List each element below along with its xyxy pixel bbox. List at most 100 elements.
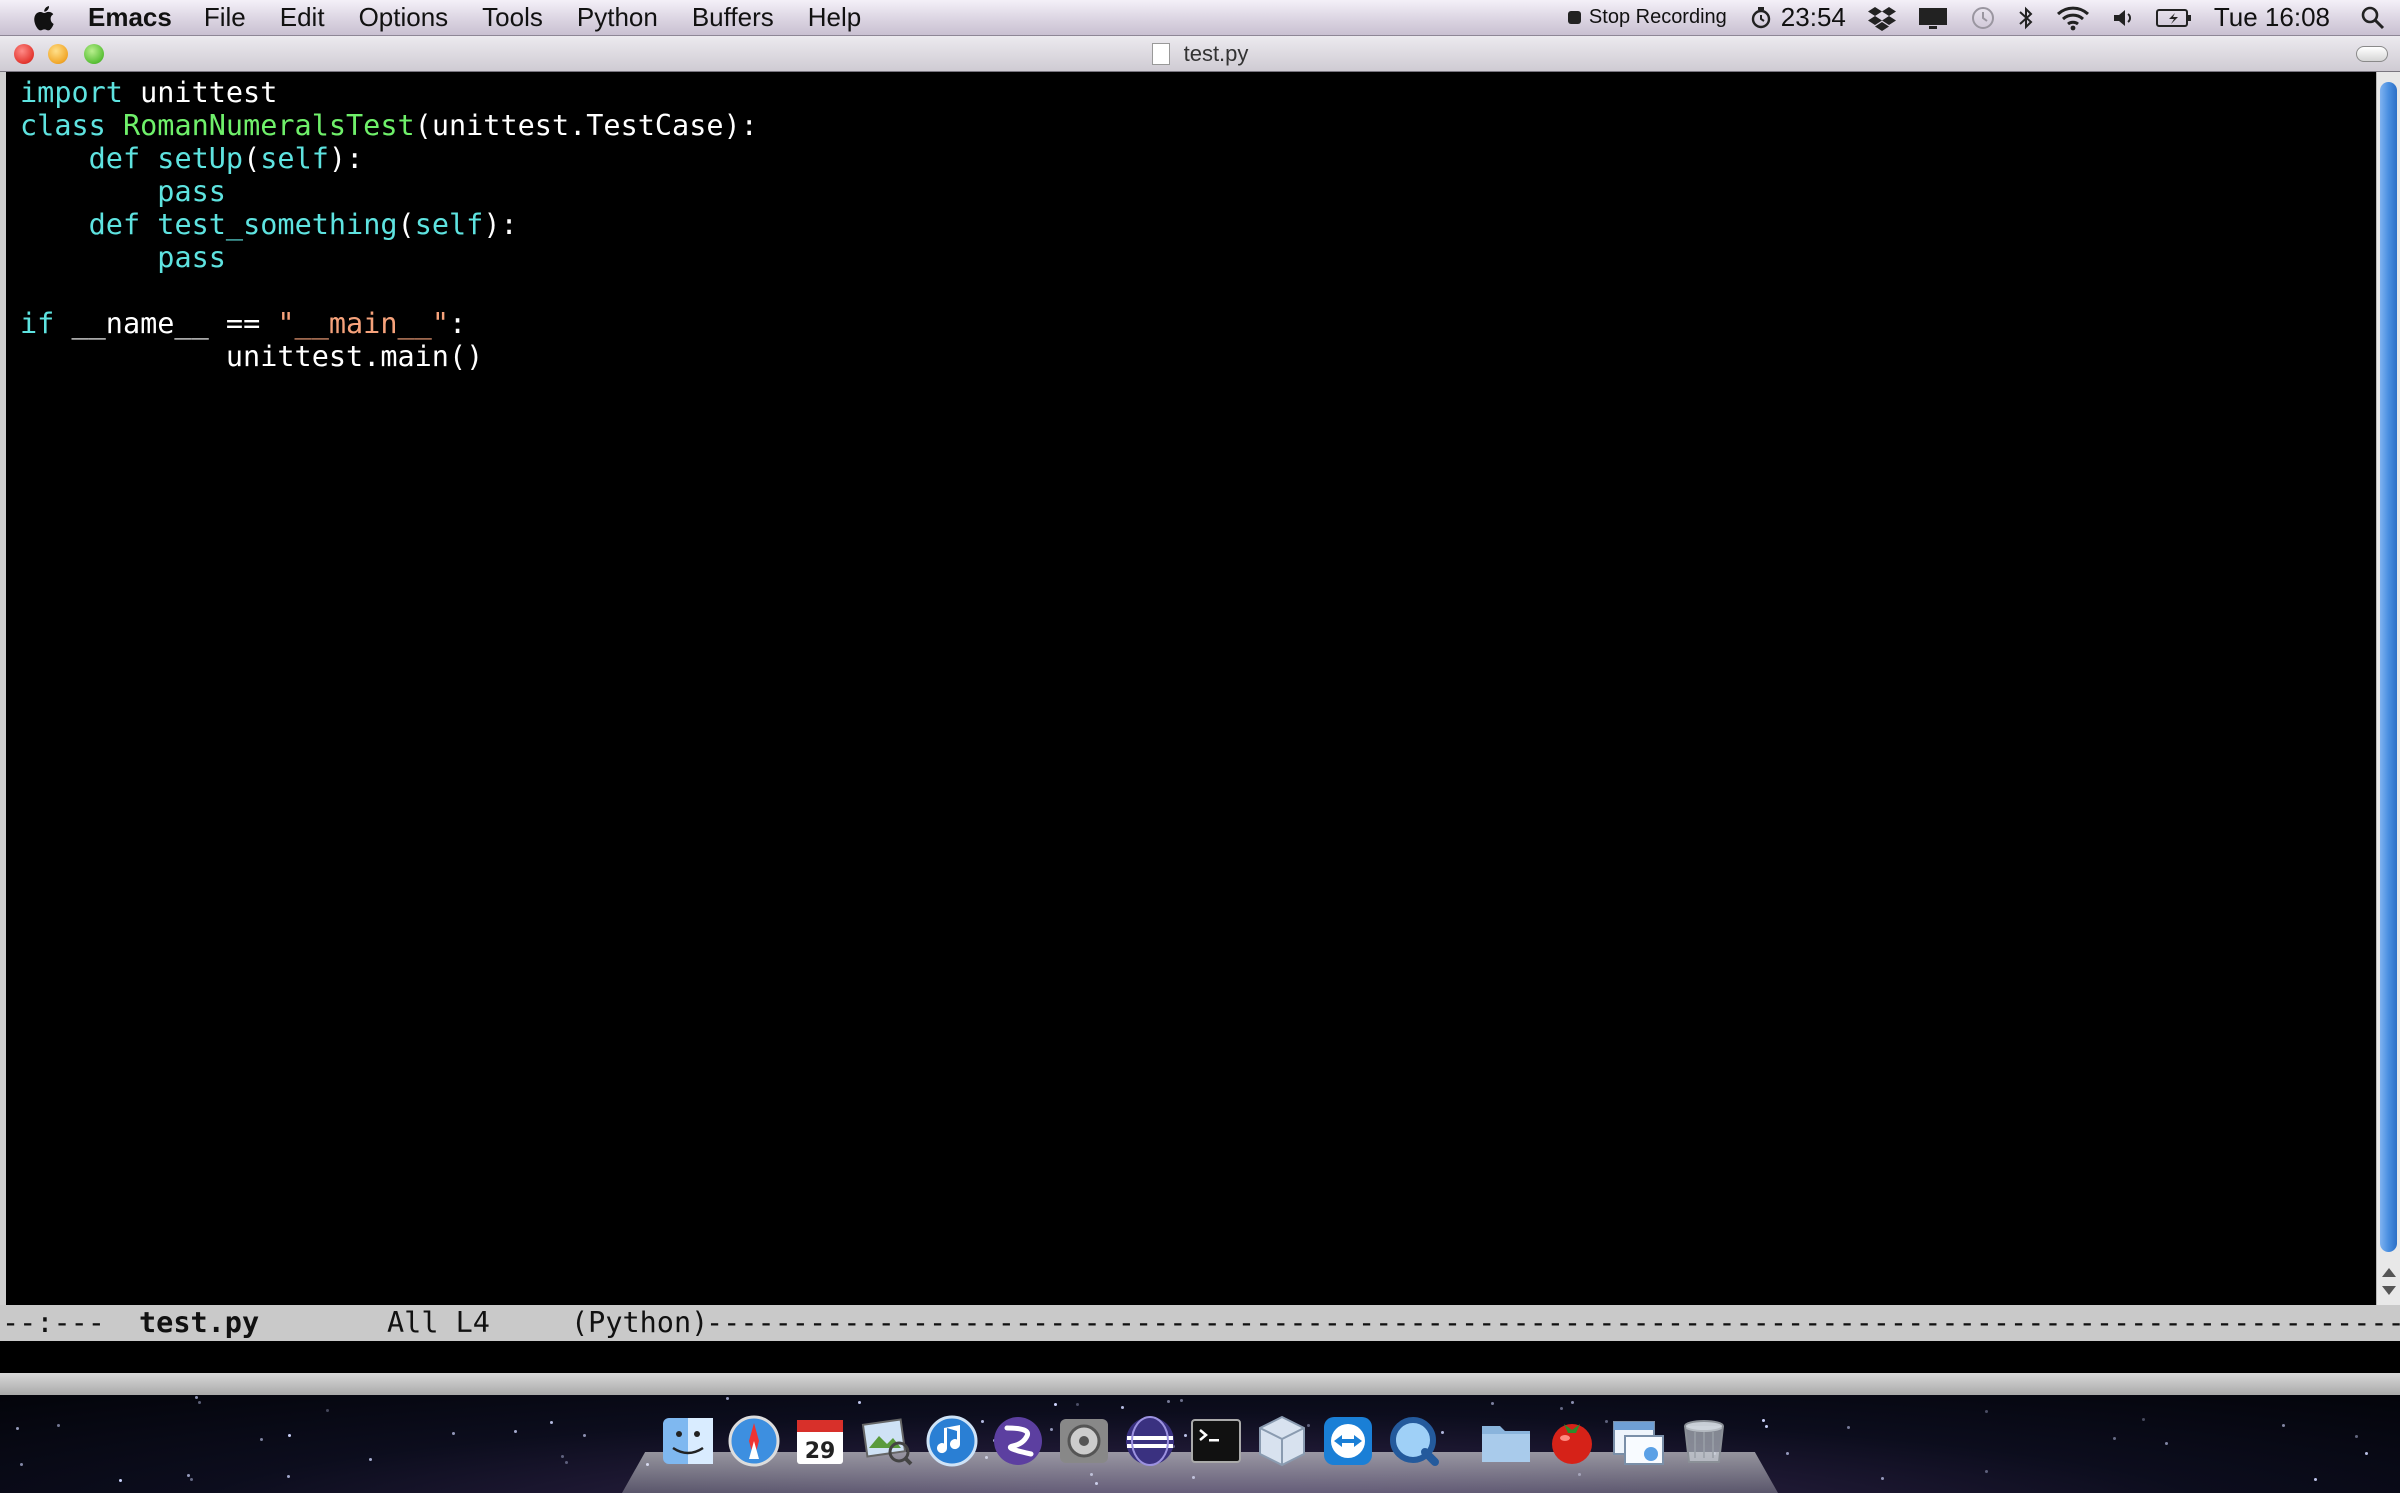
eclipse-icon[interactable] [1122,1413,1178,1469]
dropbox-icon [1867,6,1896,31]
menu-emacs[interactable]: Emacs [88,2,172,33]
wifi-status[interactable] [2056,5,2090,31]
modeline-dashes: ----------------------------------------… [706,1306,2400,1339]
timer-status[interactable]: 23:54 [1749,2,1846,33]
code-line[interactable]: if __name__ == "__main__": [20,307,466,340]
display-icon [1918,7,1947,29]
preview-icon[interactable] [858,1413,914,1469]
star-dot [1571,1401,1574,1404]
star-dot [2142,1418,2145,1421]
code-token: unittest [122,76,278,109]
star-dot [326,1409,329,1412]
star-dot [260,1438,263,1441]
ical-icon[interactable]: 29 [792,1413,848,1469]
code-token: self [260,142,329,175]
menu-file[interactable]: File [204,2,246,33]
menu-buffers[interactable]: Buffers [692,2,774,33]
toolbar-toggle-button[interactable] [2356,46,2388,62]
star-dot [2165,1442,2168,1445]
code-token: RomanNumeralsTest [122,109,415,142]
system-preferences-icon[interactable] [1056,1413,1112,1469]
time-machine-status[interactable] [1970,5,1996,31]
quicktime-icon[interactable] [1386,1413,1442,1469]
editor-buffer[interactable]: import unittest class RomanNumeralsTest(… [0,72,2376,1305]
code-token: ): [483,208,518,241]
minibuffer[interactable] [0,1341,2400,1373]
modeline-position: All L4 [387,1306,490,1339]
modeline-status: --:--- [2,1306,105,1339]
vertical-scrollbar[interactable] [2376,72,2400,1305]
teamviewer-icon[interactable] [1320,1413,1376,1469]
apple-logo-icon[interactable] [30,3,60,33]
star-dot [565,1461,568,1464]
code-line[interactable]: class RomanNumeralsTest(unittest.TestCas… [20,109,758,142]
stop-recording-button[interactable]: Stop Recording [1567,6,1727,29]
bluetooth-status[interactable] [2018,5,2034,31]
itunes-icon[interactable] [924,1413,980,1469]
code-token: import [20,76,123,109]
code-token: pass [157,175,226,208]
virtualbox-icon[interactable] [1254,1413,1310,1469]
code-token: if [20,307,55,340]
spotlight-button[interactable] [2360,5,2386,31]
trash-icon[interactable] [1676,1413,1732,1469]
scrollbar-thumb[interactable] [2380,82,2397,1252]
timer-text: 23:54 [1780,2,1846,32]
star-dot [1167,1400,1170,1403]
volume-icon [2113,9,2131,26]
menu-help[interactable]: Help [808,2,861,33]
star-dot [2314,1478,2317,1481]
scroll-up-icon[interactable] [2382,1268,2396,1277]
display-status[interactable] [1918,6,1948,30]
code-token: class [20,109,106,142]
ical-day: 29 [805,1439,836,1464]
menubar-clock[interactable]: Tue 16:08 [2214,2,2330,33]
menu-edit[interactable]: Edit [280,2,325,33]
code-line[interactable]: pass [20,175,226,208]
downloads-icon[interactable] [1610,1413,1666,1469]
code-token: (unittest.TestCase): [414,109,758,142]
code-token: : [448,307,467,340]
menu-python[interactable]: Python [577,2,658,33]
code-token: ( [397,208,415,241]
finder-icon[interactable] [660,1413,716,1469]
modeline-mode[interactable]: (Python) [571,1305,708,1341]
tomato-timer-icon[interactable] [1544,1413,1600,1469]
star-dot [452,1432,455,1435]
folder-icon[interactable] [1478,1413,1534,1469]
dropbox-status[interactable] [1867,5,1896,31]
timer-icon [1751,6,1770,28]
code-line[interactable]: pass [20,241,226,274]
terminal-icon[interactable] [1188,1413,1244,1469]
scroll-down-icon[interactable] [2382,1286,2396,1295]
star-dot [550,1421,553,1424]
menu-tools[interactable]: Tools [482,2,543,33]
star-dot [1762,1419,1765,1422]
code-line[interactable]: unittest.main() [20,340,483,373]
safari-icon[interactable] [726,1413,782,1469]
emacs-icon[interactable] [990,1413,1046,1469]
wifi-icon [2056,6,2089,30]
star-dot [119,1479,122,1482]
star-dot [858,1401,861,1404]
star-dot [514,1430,517,1433]
star-dot [726,1397,729,1400]
code-line[interactable]: def setUp(self): [20,142,364,175]
window-title-bar[interactable]: test.py [0,36,2400,72]
star-dot [187,1474,190,1477]
battery-status[interactable] [2155,7,2192,29]
code-line[interactable]: import unittest [20,76,277,109]
modeline-buffer-name[interactable]: test.py [139,1305,259,1341]
code-text[interactable]: import unittest class RomanNumeralsTest(… [20,76,758,373]
code-line[interactable]: def test_something(self): [20,208,518,241]
star-dot [190,1478,193,1481]
spotlight-icon [2361,6,2385,29]
bluetooth-icon [2019,6,2033,29]
code-token: unittest.main() [20,340,484,373]
stop-recording-label: Stop Recording [1588,6,1727,28]
volume-status[interactable] [2112,6,2134,30]
menu-options[interactable]: Options [359,2,449,33]
star-dot [1985,1470,1988,1473]
